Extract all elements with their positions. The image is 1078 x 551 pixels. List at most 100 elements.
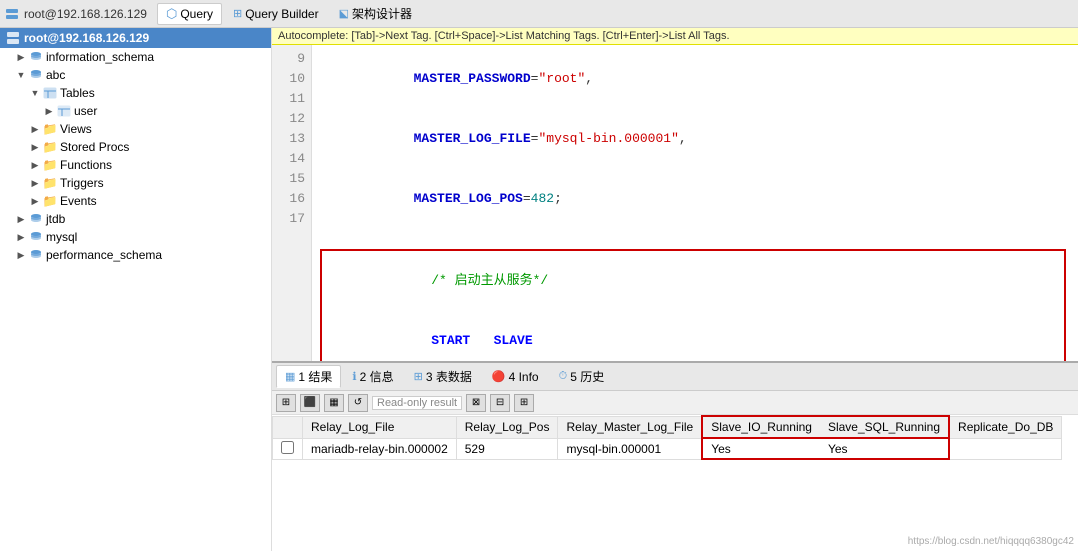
cell-relay-master-log-file: mysql-bin.000001: [558, 438, 702, 459]
tab-info-label: 2 信息: [360, 368, 394, 385]
toggle-user[interactable]: ▶: [42, 104, 56, 118]
tab-history[interactable]: ⏱ 5 历史: [550, 365, 614, 388]
server-header-icon: [6, 31, 20, 45]
top-toolbar: root@192.168.126.129 ⬡ Query ⊞ Query Bui…: [0, 0, 1078, 28]
views-icon: 📁: [42, 121, 58, 137]
sidebar-label-triggers: Triggers: [60, 176, 104, 190]
sidebar-item-events[interactable]: ▶ 📁 Events: [0, 192, 271, 210]
autocomplete-bar: Autocomplete: [Tab]->Next Tag. [Ctrl+Spa…: [272, 28, 1078, 45]
info2-icon: 🔴: [492, 370, 506, 383]
col-slave-io-running: Slave_IO_Running: [702, 416, 820, 438]
query-icon: ⬡: [166, 6, 177, 22]
right-panel: Autocomplete: [Tab]->Next Tag. [Ctrl+Spa…: [272, 28, 1078, 551]
col-replicate-do-db: Replicate_Do_DB: [949, 416, 1062, 438]
col-relay-log-pos: Relay_Log_Pos: [456, 416, 558, 438]
toggle-information_schema[interactable]: ▶: [14, 50, 28, 64]
db-icon-mysql: [28, 229, 44, 245]
cell-slave-io-running: Yes: [702, 438, 820, 459]
table-row: mariadb-relay-bin.000002 529 mysql-bin.0…: [273, 438, 1062, 459]
sidebar-item-jtdb[interactable]: ▶ jtdb: [0, 210, 271, 228]
toolbar-btn-2[interactable]: ⬛: [300, 394, 320, 412]
db-icon-performance: [28, 247, 44, 263]
tab-tabledata-label: 3 表数据: [426, 368, 472, 385]
toolbar-btn-6[interactable]: ⊟: [490, 394, 510, 412]
watermark: https://blog.csdn.net/hiqqqq6380gc42: [908, 536, 1074, 547]
sidebar-item-functions[interactable]: ▶ 📁 Functions: [0, 156, 271, 174]
sidebar-item-information_schema[interactable]: ▶ information_schema: [0, 48, 271, 66]
code-line-9: MASTER_PASSWORD="root",: [320, 49, 1070, 109]
tabledata-icon: ⊞: [414, 370, 423, 383]
toolbar-btn-1[interactable]: ⊞: [276, 394, 296, 412]
tab-info2-label: 4 Info: [509, 370, 539, 384]
sidebar-item-stored-procs[interactable]: ▶ 📁 Stored Procs: [0, 138, 271, 156]
sidebar-label-jtdb: jtdb: [46, 212, 65, 226]
sidebar-label-events: Events: [60, 194, 97, 208]
result-table-container[interactable]: Relay_Log_File Relay_Log_Pos Relay_Maste…: [272, 415, 1078, 551]
code-line-11: MASTER_LOG_POS=482;: [320, 169, 1070, 229]
bottom-panel: ▦ 1 结果 ℹ 2 信息 ⊞ 3 表数据 🔴 4 Info ⏱ 5 历史: [272, 361, 1078, 551]
sidebar-item-mysql[interactable]: ▶ mysql: [0, 228, 271, 246]
result-table: Relay_Log_File Relay_Log_Pos Relay_Maste…: [272, 415, 1062, 460]
db-icon-jtdb: [28, 211, 44, 227]
tab-history-label: 5 历史: [570, 368, 604, 385]
results-toolbar: ⊞ ⬛ ▦ ↺ Read-only result ⊠ ⊟ ⊞: [272, 391, 1078, 415]
toggle-functions[interactable]: ▶: [28, 158, 42, 172]
triggers-icon: 📁: [42, 175, 58, 191]
tab-tabledata[interactable]: ⊞ 3 表数据: [405, 365, 481, 388]
sidebar-label-user: user: [74, 104, 97, 118]
sidebar-label-functions: Functions: [60, 158, 112, 172]
server-icon: [4, 6, 20, 22]
toggle-abc[interactable]: ▼: [14, 68, 28, 82]
tab-info2[interactable]: 🔴 4 Info: [483, 367, 548, 387]
sidebar-label-views: Views: [60, 122, 92, 136]
sidebar-item-views[interactable]: ▶ 📁 Views: [0, 120, 271, 138]
col-relay-log-file: Relay_Log_File: [303, 416, 457, 438]
sidebar-header: root@192.168.126.129: [0, 28, 271, 48]
tab-results-label: 1 结果: [298, 368, 332, 385]
toggle-views[interactable]: ▶: [28, 122, 42, 136]
tab-info[interactable]: ℹ 2 信息: [343, 365, 402, 388]
history-icon: ⏱: [559, 370, 568, 383]
db-icon: [28, 49, 44, 65]
table-icon-user: [56, 103, 72, 119]
bottom-tabs: ▦ 1 结果 ℹ 2 信息 ⊞ 3 表数据 🔴 4 Info ⏱ 5 历史: [272, 363, 1078, 391]
sidebar-item-tables[interactable]: ▼ Tables: [0, 84, 271, 102]
toggle-performance_schema[interactable]: ▶: [14, 248, 28, 262]
code-line-14: START SLAVE: [322, 311, 1064, 361]
toolbar-btn-4[interactable]: ↺: [348, 394, 368, 412]
tab-schema-designer[interactable]: ⬕ 架构设计器: [330, 2, 421, 25]
tab-results[interactable]: ▦ 1 结果: [276, 365, 341, 388]
line-numbers: 9 10 11 12 13 14 15 16 17: [272, 45, 312, 361]
col-slave-sql-running: Slave_SQL_Running: [820, 416, 949, 438]
code-lines: 9 10 11 12 13 14 15 16 17 MASTER_PASSWOR…: [272, 45, 1078, 361]
code-content[interactable]: MASTER_PASSWORD="root", MASTER_LOG_FILE=…: [312, 45, 1078, 361]
sidebar-item-performance_schema[interactable]: ▶ performance_schema: [0, 246, 271, 264]
sidebar-item-abc[interactable]: ▼ abc: [0, 66, 271, 84]
toggle-triggers[interactable]: ▶: [28, 176, 42, 190]
row-select-checkbox[interactable]: [281, 441, 294, 454]
sidebar-label-stored-procs: Stored Procs: [60, 140, 129, 154]
readonly-label: Read-only result: [372, 396, 462, 410]
tab-query-builder[interactable]: ⊞ Query Builder: [224, 4, 328, 24]
tab-query[interactable]: ⬡ Query: [157, 3, 222, 25]
sidebar: root@192.168.126.129 ▶ information_schem…: [0, 28, 272, 551]
sidebar-label-mysql: mysql: [46, 230, 77, 244]
sidebar-item-triggers[interactable]: ▶ 📁 Triggers: [0, 174, 271, 192]
code-editor[interactable]: 9 10 11 12 13 14 15 16 17 MASTER_PASSWOR…: [272, 45, 1078, 361]
toolbar-btn-3[interactable]: ▦: [324, 394, 344, 412]
toolbar-btn-7[interactable]: ⊞: [514, 394, 534, 412]
col-relay-master-log-file: Relay_Master_Log_File: [558, 416, 702, 438]
cell-relay-log-pos: 529: [456, 438, 558, 459]
toggle-mysql[interactable]: ▶: [14, 230, 28, 244]
toggle-stored-procs[interactable]: ▶: [28, 140, 42, 154]
sidebar-item-user[interactable]: ▶ user: [0, 102, 271, 120]
toggle-events[interactable]: ▶: [28, 194, 42, 208]
toolbar-btn-5[interactable]: ⊠: [466, 394, 486, 412]
code-line-13: /* 启动主从服务*/: [322, 251, 1064, 311]
toggle-tables[interactable]: ▼: [28, 86, 42, 100]
events-icon: 📁: [42, 193, 58, 209]
row-checkbox-cell[interactable]: [273, 438, 303, 459]
main-layout: root@192.168.126.129 ▶ information_schem…: [0, 28, 1078, 551]
cell-relay-log-file: mariadb-relay-bin.000002: [303, 438, 457, 459]
toggle-jtdb[interactable]: ▶: [14, 212, 28, 226]
